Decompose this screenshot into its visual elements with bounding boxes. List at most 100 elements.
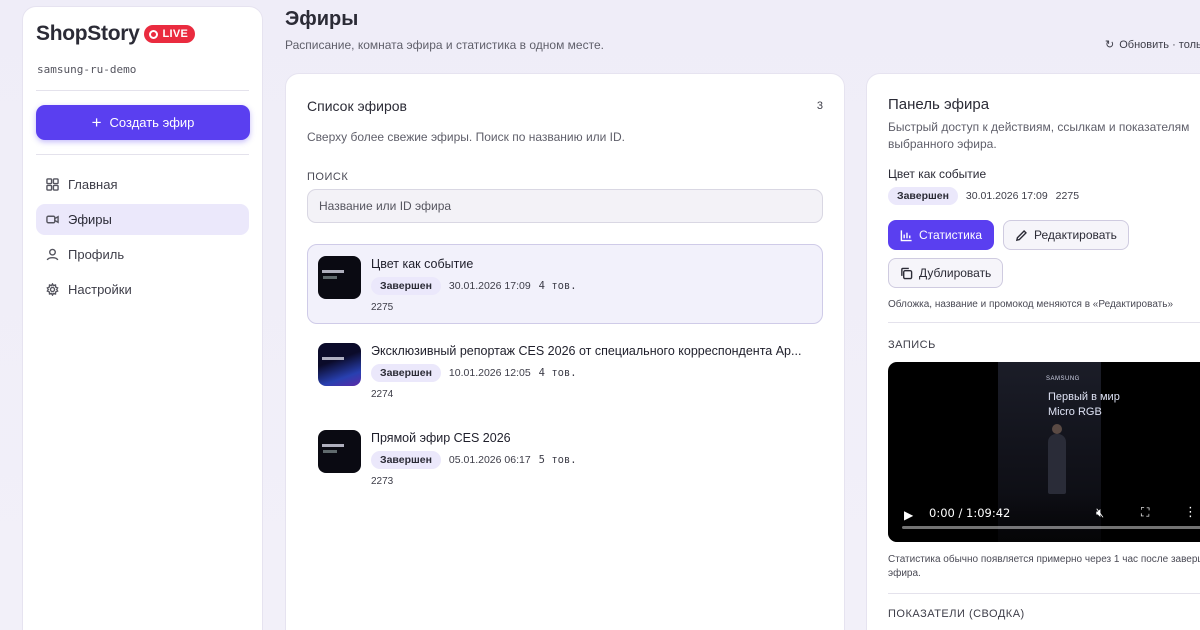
user-icon — [46, 248, 59, 261]
search-label: ПОИСК — [307, 171, 349, 183]
list-description: Сверху более свежие эфиры. Поиск по назв… — [307, 130, 626, 144]
panel-description: Быстрый доступ к действиям, ссылкам и по… — [888, 120, 1190, 151]
stream-body: Цвет как событие Завершен 30.01.2026 17:… — [371, 255, 812, 313]
stream-count: 3 — [816, 100, 823, 112]
sidebar-divider — [36, 90, 249, 91]
bar-chart-icon — [900, 229, 912, 241]
video-time: 0:00 / 1:09:42 — [929, 506, 1011, 520]
duplicate-button[interactable]: Дублировать — [888, 258, 1004, 288]
fullscreen-icon[interactable]: ⛶ — [1141, 505, 1149, 520]
stream-item[interactable]: Прямой эфир CES 2026 Завершен 05.01.2026… — [307, 418, 823, 498]
sidebar-nav: Главная Эфиры Профиль Настройки — [36, 169, 249, 305]
copy-icon — [901, 267, 913, 279]
summary-label: ПОКАЗАТЕЛИ (СВОДКА) — [888, 608, 1025, 620]
sidebar-item-home[interactable]: Главная — [36, 169, 249, 200]
refresh-button[interactable]: ↻ Обновить · толь — [1105, 38, 1200, 52]
stream-meta: Завершен 10.01.2026 12:05 4 тов. — [371, 364, 812, 382]
status-badge: Завершен — [371, 364, 441, 382]
edit-button[interactable]: Редактировать — [1003, 220, 1129, 250]
brand: ShopStory LIVE — [36, 19, 249, 49]
panel-actions-secondary: Дублировать — [888, 258, 1200, 288]
stream-meta: Завершен 30.01.2026 17:09 4 тов. — [371, 277, 812, 295]
plus-icon: + — [91, 113, 102, 132]
play-icon[interactable]: ▶ — [904, 508, 913, 522]
stream-id: 2275 — [371, 302, 394, 313]
stream-body: Прямой эфир CES 2026 Завершен 05.01.2026… — [371, 429, 812, 487]
stream-date: 10.01.2026 12:05 — [448, 367, 531, 379]
selected-stream-meta: Завершен 30.01.2026 17:09 2275 — [888, 187, 1200, 205]
panel-divider — [888, 322, 1200, 323]
page-subtitle: Расписание, комната эфира и статистика в… — [285, 38, 604, 52]
create-stream-button[interactable]: + Создать эфир — [36, 105, 250, 140]
record-label: ЗАПИСЬ — [888, 339, 936, 351]
panel-divider — [888, 593, 1200, 594]
more-options-icon[interactable]: ⋮ — [1184, 504, 1197, 520]
stream-id: 2274 — [371, 389, 394, 400]
stream-products: 4 тов. — [538, 280, 577, 292]
stream-item[interactable]: Цвет как событие Завершен 30.01.2026 17:… — [307, 244, 823, 324]
sidebar-item-label: Главная — [68, 177, 118, 192]
video-brand-text: SAMSUNG — [1046, 376, 1080, 382]
video-presenter — [1048, 424, 1066, 494]
status-badge: Завершен — [888, 187, 958, 205]
selected-stream-id: 2275 — [1055, 190, 1080, 202]
grid-icon — [46, 178, 59, 191]
stream-thumbnail — [318, 343, 361, 386]
search-input[interactable] — [307, 189, 823, 223]
list-header: Список эфиров 3 — [307, 98, 823, 114]
video-slogan-line1: Первый в мир — [1048, 391, 1120, 403]
statistics-note: Статистика обычно появляется примерно че… — [888, 554, 1200, 579]
edit-label: Редактировать — [1034, 228, 1117, 242]
brand-name[interactable]: ShopStory — [36, 22, 140, 46]
gear-icon — [46, 283, 59, 296]
live-badge-label: LIVE — [162, 28, 189, 40]
video-slogan-line2: Micro RGB — [1048, 406, 1102, 418]
status-badge: Завершен — [371, 451, 441, 469]
video-controls: ▶ 0:00 / 1:09:42 🔇︎ ⛶ ⋮ — [888, 494, 1200, 542]
stream-title: Эксклюзивный репортаж CES 2026 от специа… — [371, 344, 802, 358]
stream-panel-card: Панель эфира Быстрый доступ к действиям,… — [866, 73, 1200, 630]
stream-list-card: Список эфиров 3 Сверху более свежие эфир… — [285, 73, 845, 630]
live-badge: LIVE — [144, 25, 196, 43]
duplicate-label: Дублировать — [919, 266, 992, 280]
panel-title: Панель эфира — [888, 96, 990, 113]
mute-icon[interactable]: 🔇︎ — [1096, 505, 1104, 521]
statistics-button[interactable]: Статистика — [888, 220, 995, 250]
sidebar: ShopStory LIVE samsung-ru-demo + Создать… — [22, 6, 263, 630]
panel-actions: Статистика Редактировать — [888, 220, 1200, 250]
refresh-icon: ↻ — [1105, 39, 1115, 51]
video-slogan: Первый в мир Micro RGB — [1048, 390, 1120, 420]
stream-list: Цвет как событие Завершен 30.01.2026 17:… — [307, 244, 823, 498]
sidebar-item-label: Эфиры — [68, 212, 112, 227]
live-dot-icon — [149, 29, 159, 39]
list-title: Список эфиров — [307, 98, 407, 114]
account-name: samsung-ru-demo — [37, 63, 137, 76]
selected-stream-date: 30.01.2026 17:09 — [965, 190, 1048, 202]
refresh-label: Обновить · толь — [1119, 38, 1200, 51]
sidebar-item-settings[interactable]: Настройки — [36, 274, 249, 305]
sidebar-item-profile[interactable]: Профиль — [36, 239, 249, 270]
selected-stream-title: Цвет как событие — [888, 167, 987, 181]
sidebar-item-label: Профиль — [68, 247, 125, 262]
sidebar-item-label: Настройки — [68, 282, 132, 297]
video-progress-bar[interactable] — [902, 526, 1200, 529]
edit-hint: Обложка, название и промокод меняются в … — [888, 299, 1174, 310]
statistics-label: Статистика — [919, 228, 983, 242]
stream-body: Эксклюзивный репортаж CES 2026 от специа… — [371, 342, 812, 400]
camera-icon — [46, 215, 59, 224]
status-badge: Завершен — [371, 277, 441, 295]
stream-products: 4 тов. — [538, 367, 577, 379]
stream-thumbnail — [318, 430, 361, 473]
sidebar-divider — [36, 154, 249, 155]
stream-meta: Завершен 05.01.2026 06:17 5 тов. — [371, 451, 812, 469]
stream-date: 05.01.2026 06:17 — [448, 454, 531, 466]
stream-item[interactable]: Эксклюзивный репортаж CES 2026 от специа… — [307, 331, 823, 411]
video-player[interactable]: SAMSUNG Первый в мир Micro RGB ▶ 0:00 / … — [888, 362, 1200, 542]
stream-title: Прямой эфир CES 2026 — [371, 431, 511, 445]
stream-title: Цвет как событие — [371, 257, 474, 271]
sidebar-item-streams[interactable]: Эфиры — [36, 204, 249, 235]
page-title: Эфиры — [285, 8, 359, 30]
create-stream-label: Создать эфир — [109, 115, 195, 130]
stream-thumbnail — [318, 256, 361, 299]
stream-id: 2273 — [371, 476, 394, 487]
